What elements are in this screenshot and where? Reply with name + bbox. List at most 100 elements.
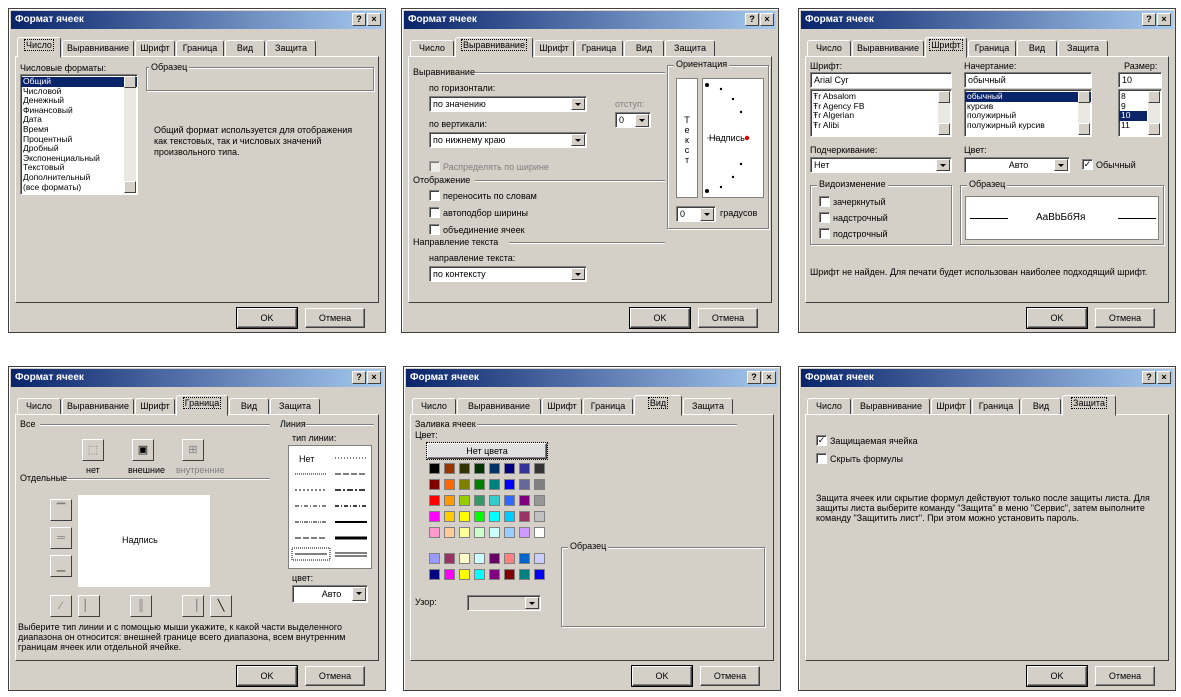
line-style-grid[interactable]: Нет xyxy=(288,445,372,569)
color-swatch[interactable] xyxy=(504,553,515,564)
color-swatch[interactable] xyxy=(474,479,485,490)
color-swatch[interactable] xyxy=(489,479,500,490)
tab-font[interactable]: Шрифт xyxy=(135,398,175,415)
color-swatch[interactable] xyxy=(429,511,440,522)
ok-button[interactable]: OK xyxy=(236,307,298,329)
color-swatch[interactable] xyxy=(429,569,440,580)
color-swatch[interactable] xyxy=(444,495,455,506)
tab-pattern[interactable]: Вид xyxy=(1021,398,1061,415)
cancel-button[interactable]: Отмена xyxy=(698,308,758,328)
color-swatch[interactable] xyxy=(519,495,530,506)
color-swatch[interactable] xyxy=(534,511,545,522)
color-swatch[interactable] xyxy=(474,527,485,538)
border-bottom-button[interactable]: ▁ xyxy=(50,555,72,577)
ok-button[interactable]: OK xyxy=(629,307,691,329)
color-swatch[interactable] xyxy=(519,553,530,564)
color-swatch[interactable] xyxy=(534,479,545,490)
color-swatch[interactable] xyxy=(519,511,530,522)
color-swatch[interactable] xyxy=(504,495,515,506)
tab-protection[interactable]: Защита xyxy=(270,398,320,415)
scrollbar[interactable] xyxy=(1148,91,1160,135)
tab-font[interactable]: Шрифт xyxy=(135,40,175,57)
border-center-button[interactable]: ║ xyxy=(130,595,152,617)
tab-font[interactable]: Шрифт xyxy=(542,398,582,415)
scrollbar[interactable] xyxy=(1078,91,1090,135)
vertical-select[interactable]: по нижнему краю xyxy=(429,132,587,148)
color-swatch[interactable] xyxy=(459,527,470,538)
color-swatch[interactable] xyxy=(519,527,530,538)
size-input[interactable]: 10 xyxy=(1118,72,1162,88)
color-swatch[interactable] xyxy=(429,495,440,506)
tab-alignment[interactable]: Выравнивание xyxy=(852,40,924,57)
tab-protection[interactable]: Защита xyxy=(665,40,715,57)
merge-checkbox[interactable] xyxy=(429,224,440,235)
tab-alignment[interactable]: Выравнивание xyxy=(62,398,134,415)
color-swatch[interactable] xyxy=(519,479,530,490)
superscript-checkbox[interactable] xyxy=(819,212,830,223)
tab-protection[interactable]: Защита xyxy=(1058,40,1108,57)
color-swatch[interactable] xyxy=(474,511,485,522)
tab-number[interactable]: Число xyxy=(412,398,456,415)
color-swatch[interactable] xyxy=(459,495,470,506)
color-swatch[interactable] xyxy=(429,479,440,490)
color-swatch[interactable] xyxy=(459,553,470,564)
color-swatch[interactable] xyxy=(444,479,455,490)
tab-border[interactable]: Граница xyxy=(972,398,1020,415)
style-list[interactable]: обычный курсив полужирный полужирный кур… xyxy=(964,89,1092,137)
color-swatch[interactable] xyxy=(459,463,470,474)
color-swatch[interactable] xyxy=(474,463,485,474)
color-swatch[interactable] xyxy=(504,463,515,474)
orientation-dial[interactable]: Надпись xyxy=(702,78,764,198)
border-diagonal-down-button[interactable]: ╲ xyxy=(210,595,232,617)
help-button[interactable]: ? xyxy=(352,371,366,384)
scrollbar[interactable] xyxy=(938,91,950,135)
close-button[interactable]: × xyxy=(367,371,381,384)
cancel-button[interactable]: Отмена xyxy=(700,666,760,686)
pattern-select[interactable] xyxy=(467,595,541,611)
color-swatch[interactable] xyxy=(504,511,515,522)
help-button[interactable]: ? xyxy=(747,371,761,384)
color-swatch[interactable] xyxy=(489,511,500,522)
cancel-button[interactable]: Отмена xyxy=(1095,308,1155,328)
color-swatch[interactable] xyxy=(489,463,500,474)
ok-button[interactable]: OK xyxy=(1026,665,1088,687)
tab-pattern[interactable]: Вид xyxy=(634,395,682,416)
cancel-button[interactable]: Отмена xyxy=(305,666,365,686)
list-item[interactable]: полужирный курсив xyxy=(965,120,1091,131)
list-item[interactable]: (все форматы) xyxy=(21,182,137,193)
color-swatch[interactable] xyxy=(534,495,545,506)
underline-select[interactable]: Нет xyxy=(810,157,952,173)
tab-font[interactable]: Шрифт xyxy=(931,398,971,415)
close-button[interactable]: × xyxy=(1157,13,1171,26)
indent-spinner[interactable]: 0 xyxy=(615,112,651,128)
tab-font[interactable]: Шрифт xyxy=(534,40,574,57)
cancel-button[interactable]: Отмена xyxy=(1095,666,1155,686)
tab-number[interactable]: Число xyxy=(17,37,61,58)
color-swatch[interactable] xyxy=(429,463,440,474)
border-diagonal-up-button[interactable]: ⁄ xyxy=(50,595,72,617)
color-swatch[interactable] xyxy=(444,569,455,580)
help-button[interactable]: ? xyxy=(745,13,759,26)
color-swatch[interactable] xyxy=(489,569,500,580)
tab-alignment[interactable]: Выравнивание xyxy=(852,398,930,415)
normal-checkbox[interactable]: ✓ xyxy=(1082,159,1093,170)
border-middle-button[interactable]: ═ xyxy=(50,527,72,549)
strike-checkbox[interactable] xyxy=(819,196,830,207)
direction-select[interactable]: по контексту xyxy=(429,266,587,282)
tab-protection[interactable]: Защита xyxy=(1062,395,1116,416)
border-outline-button[interactable]: ▣ xyxy=(132,439,154,461)
color-swatch[interactable] xyxy=(459,569,470,580)
help-button[interactable]: ? xyxy=(352,13,366,26)
color-swatch[interactable] xyxy=(474,569,485,580)
tab-protection[interactable]: Защита xyxy=(266,40,316,57)
color-swatch[interactable] xyxy=(429,527,440,538)
tab-pattern[interactable]: Вид xyxy=(229,398,269,415)
tab-number[interactable]: Число xyxy=(17,398,61,415)
tab-font[interactable]: Шрифт xyxy=(925,37,967,58)
tab-pattern[interactable]: Вид xyxy=(624,40,664,57)
tab-number[interactable]: Число xyxy=(807,398,851,415)
horizontal-select[interactable]: по значению xyxy=(429,96,587,112)
tab-alignment[interactable]: Выравнивание xyxy=(457,398,541,415)
tab-alignment[interactable]: Выравнивание xyxy=(455,37,533,58)
color-swatch[interactable] xyxy=(429,553,440,564)
